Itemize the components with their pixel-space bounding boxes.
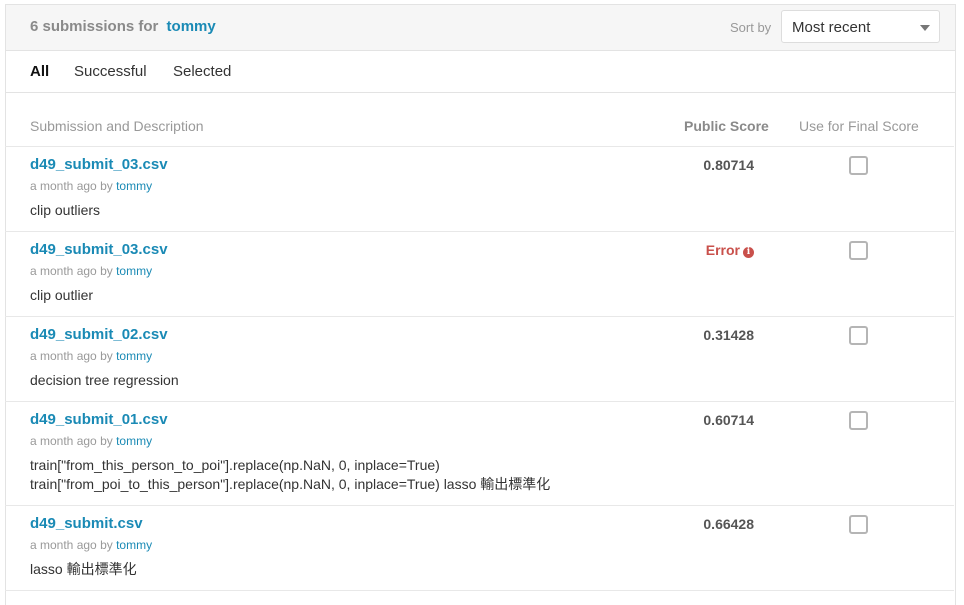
submission-description: clip outliers xyxy=(30,201,100,220)
tab-all[interactable]: All xyxy=(30,63,49,80)
column-header-final-score: Use for Final Score xyxy=(799,118,919,134)
submission-description: train["from_this_person_to_poi"].replace… xyxy=(30,456,550,494)
submission-description: lasso 輸出標準化 xyxy=(30,560,137,579)
submission-meta: a month ago by tommy xyxy=(30,434,152,448)
row-divider xyxy=(5,316,954,317)
row-divider xyxy=(5,590,954,591)
sort-value: Most recent xyxy=(792,19,871,36)
tab-successful[interactable]: Successful xyxy=(74,63,147,80)
description-line: clip outlier xyxy=(30,287,94,303)
submission-time: a month ago xyxy=(30,538,97,552)
public-score-error: Error i xyxy=(634,242,754,258)
submission-by: by xyxy=(100,179,113,193)
public-score: 0.31428 xyxy=(703,327,754,343)
submission-file-link[interactable]: d49_submit_03.csv xyxy=(30,241,168,258)
tab-selected[interactable]: Selected xyxy=(173,63,231,80)
description-line: train["from_poi_to_this_person"].replace… xyxy=(30,476,551,492)
final-score-checkbox[interactable] xyxy=(849,156,868,175)
error-label: Error xyxy=(705,242,740,258)
submission-description: clip outlier xyxy=(30,286,93,305)
submissions-header: 6 submissions for tommy Sort by Most rec… xyxy=(6,5,955,51)
submission-by: by xyxy=(100,434,113,448)
submission-file-link[interactable]: d49_submit_01.csv xyxy=(30,411,168,428)
submission-description: decision tree regression xyxy=(30,371,179,390)
submission-meta: a month ago by tommy xyxy=(30,179,152,193)
final-score-checkbox[interactable] xyxy=(849,411,868,430)
description-line: clip outliers xyxy=(30,202,101,218)
submission-user-link[interactable]: tommy xyxy=(116,264,152,278)
submission-time: a month ago xyxy=(30,434,97,448)
description-line: decision tree regression xyxy=(30,372,179,388)
submission-time: a month ago xyxy=(30,179,97,193)
sort-dropdown[interactable]: Most recent xyxy=(781,10,940,43)
submissions-title: 6 submissions for tommy xyxy=(30,18,216,35)
chevron-down-icon xyxy=(920,25,930,31)
final-score-checkbox[interactable] xyxy=(849,515,868,534)
submission-meta: a month ago by tommy xyxy=(30,538,152,552)
submission-file-link[interactable]: d49_submit.csv xyxy=(30,515,143,532)
submission-meta: a month ago by tommy xyxy=(30,349,152,363)
submission-file-link[interactable]: d49_submit_02.csv xyxy=(30,326,168,343)
header-user-link[interactable]: tommy xyxy=(167,18,216,35)
public-score: 0.66428 xyxy=(703,516,754,532)
row-divider xyxy=(5,146,954,147)
column-header-public-score[interactable]: Public Score xyxy=(684,118,769,134)
public-score: 0.60714 xyxy=(703,412,754,428)
submission-by: by xyxy=(100,264,113,278)
column-header-submission: Submission and Description xyxy=(30,118,204,134)
row-divider xyxy=(5,231,954,232)
submission-user-link[interactable]: tommy xyxy=(116,434,152,448)
final-score-checkbox[interactable] xyxy=(849,241,868,260)
description-line: train["from_this_person_to_poi"].replace… xyxy=(30,457,440,473)
info-icon[interactable]: i xyxy=(743,247,754,258)
submission-user-link[interactable]: tommy xyxy=(116,538,152,552)
submission-user-link[interactable]: tommy xyxy=(116,179,152,193)
submission-user-link[interactable]: tommy xyxy=(116,349,152,363)
final-score-checkbox[interactable] xyxy=(849,326,868,345)
submission-meta: a month ago by tommy xyxy=(30,264,152,278)
submission-count: 6 submissions for xyxy=(30,18,159,35)
row-divider xyxy=(5,505,954,506)
submission-time: a month ago xyxy=(30,349,97,363)
submissions-panel: 6 submissions for tommy Sort by Most rec… xyxy=(5,4,956,605)
sort-label: Sort by xyxy=(730,20,772,35)
filter-tabs: All Successful Selected xyxy=(6,51,955,93)
row-divider xyxy=(5,401,954,402)
submission-by: by xyxy=(100,538,113,552)
description-line: lasso 輸出標準化 xyxy=(30,561,137,577)
public-score: 0.80714 xyxy=(703,157,754,173)
submission-time: a month ago xyxy=(30,264,97,278)
submission-file-link[interactable]: d49_submit_03.csv xyxy=(30,156,168,173)
submission-by: by xyxy=(100,349,113,363)
